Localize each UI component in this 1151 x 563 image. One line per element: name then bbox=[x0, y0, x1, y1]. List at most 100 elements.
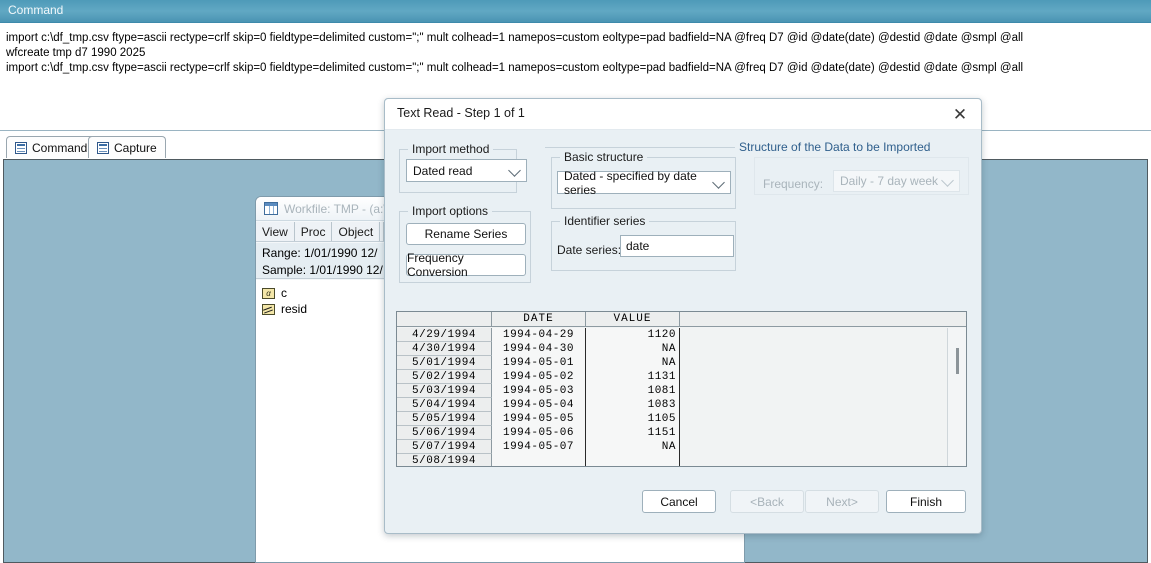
table-cell: 5/05/1994 bbox=[397, 412, 492, 426]
list-item-label: resid bbox=[281, 302, 308, 316]
import-method-group-label: Import method bbox=[408, 142, 494, 156]
table-cell: 5/02/1994 bbox=[397, 370, 492, 384]
workfile-grid-icon bbox=[264, 202, 278, 215]
structure-group-caption: Structure of the Data to be Imported bbox=[739, 140, 931, 154]
finish-button-label: Finish bbox=[909, 494, 942, 509]
frequency-select: Daily - 7 day week bbox=[833, 170, 960, 192]
workfile-object-button[interactable]: Object bbox=[332, 222, 381, 241]
import-options-group-label: Import options bbox=[408, 204, 493, 218]
date-series-input[interactable]: date bbox=[620, 235, 734, 257]
import-method-value: Dated read bbox=[413, 163, 473, 178]
table-cell: 1994-05-04 bbox=[492, 398, 586, 412]
workfile-range-label: Range: bbox=[262, 246, 301, 260]
basic-structure-value: Dated - specified by date series bbox=[564, 168, 697, 197]
table-cell-empty bbox=[680, 426, 966, 440]
column-header-index bbox=[397, 312, 492, 326]
cancel-button-label: Cancel bbox=[660, 494, 698, 509]
table-cell bbox=[492, 454, 586, 466]
table-cell: 4/29/1994 bbox=[397, 328, 492, 342]
dialog-titlebar: Text Read - Step 1 of 1 ✕ bbox=[385, 99, 981, 130]
table-row[interactable]: 5/04/1994 1994-05-04 1083 bbox=[397, 398, 966, 412]
series-graph-icon bbox=[262, 303, 275, 315]
tab-capture-label: Capture bbox=[114, 140, 157, 155]
chevron-down-icon bbox=[508, 163, 521, 177]
table-cell-empty bbox=[680, 412, 966, 426]
table-cell: 1994-05-07 bbox=[492, 440, 586, 454]
structure-line-left bbox=[545, 147, 735, 148]
table-row[interactable]: 5/08/1994 bbox=[397, 454, 966, 466]
chevron-down-icon bbox=[941, 174, 954, 187]
table-cell: 1994-05-03 bbox=[492, 384, 586, 398]
tab-capture[interactable]: Capture bbox=[88, 136, 166, 158]
table-row[interactable]: 5/07/1994 1994-05-07 NA bbox=[397, 440, 966, 454]
cancel-button[interactable]: Cancel bbox=[642, 490, 716, 513]
table-cell: 1131 bbox=[586, 370, 680, 384]
frequency-label: Frequency: bbox=[763, 177, 824, 191]
import-preview-table[interactable]: DATE VALUE 4/29/1994 1994-04-29 1120 4/30/1… bbox=[396, 311, 967, 467]
table-cell: 5/03/1994 bbox=[397, 384, 492, 398]
document-lines-icon bbox=[15, 141, 27, 154]
table-cell: 5/04/1994 bbox=[397, 398, 492, 412]
column-header-value: VALUE bbox=[586, 312, 680, 326]
dialog-title: Text Read - Step 1 of 1 bbox=[397, 106, 525, 120]
workfile-sample-label: Sample: bbox=[262, 263, 307, 277]
preview-vertical-scrollbar[interactable] bbox=[947, 328, 966, 466]
table-row[interactable]: 5/05/1994 1994-05-05 1105 bbox=[397, 412, 966, 426]
table-cell-empty bbox=[680, 454, 966, 466]
finish-button[interactable]: Finish bbox=[886, 490, 966, 513]
tab-command-label: Command bbox=[32, 140, 88, 155]
preview-table-header: DATE VALUE bbox=[397, 312, 966, 327]
frequency-conversion-button[interactable]: Frequency Conversion bbox=[406, 251, 526, 279]
import-method-select[interactable]: Dated read bbox=[406, 159, 527, 182]
rename-series-label: Rename Series bbox=[424, 227, 508, 241]
basic-structure-select[interactable]: Dated - specified by date series bbox=[557, 168, 731, 197]
date-series-value: date bbox=[626, 239, 650, 253]
next-button: Next> bbox=[805, 490, 879, 513]
table-cell: 1994-05-02 bbox=[492, 370, 586, 384]
list-item-label: c bbox=[281, 286, 287, 300]
date-series-label: Date series: bbox=[557, 243, 622, 257]
tab-command[interactable]: Command bbox=[6, 136, 97, 158]
document-lines-icon bbox=[97, 141, 109, 154]
coefficient-alpha-icon bbox=[262, 287, 275, 299]
dialog-button-bar: Cancel <Back Next> Finish bbox=[385, 487, 981, 533]
table-cell: 1994-04-29 bbox=[492, 328, 586, 342]
table-cell: 1083 bbox=[586, 398, 680, 412]
table-row[interactable]: 5/03/1994 1994-05-03 1081 bbox=[397, 384, 966, 398]
table-row[interactable]: 5/01/1994 1994-05-01 NA bbox=[397, 356, 966, 370]
table-cell bbox=[586, 454, 680, 466]
table-cell: NA bbox=[586, 342, 680, 356]
preview-scrollbar-thumb[interactable] bbox=[956, 348, 959, 374]
workfile-proc-button[interactable]: Proc bbox=[294, 222, 333, 241]
table-cell: 1151 bbox=[586, 426, 680, 440]
next-button-label: Next> bbox=[826, 494, 858, 509]
workfile-range-value: 1/01/1990 12/ bbox=[304, 246, 378, 260]
table-cell: 5/06/1994 bbox=[397, 426, 492, 440]
column-header-empty bbox=[680, 312, 966, 326]
table-row[interactable]: 5/06/1994 1994-05-06 1151 bbox=[397, 426, 966, 440]
rename-series-button[interactable]: Rename Series bbox=[406, 223, 526, 245]
back-button-label: <Back bbox=[750, 494, 784, 509]
column-header-date: DATE bbox=[492, 312, 586, 326]
table-cell: 1994-05-06 bbox=[492, 426, 586, 440]
workfile-view-button[interactable]: View bbox=[256, 222, 295, 241]
table-cell-empty bbox=[680, 328, 966, 342]
table-row[interactable]: 4/30/1994 1994-04-30 NA bbox=[397, 342, 966, 356]
command-window-titlebar: Command bbox=[0, 0, 1151, 23]
table-cell: 5/08/1994 bbox=[397, 454, 492, 466]
basic-structure-group-label: Basic structure bbox=[560, 150, 648, 164]
table-cell: 4/30/1994 bbox=[397, 342, 492, 356]
table-cell: 1120 bbox=[586, 328, 680, 342]
back-button: <Back bbox=[730, 490, 804, 513]
close-icon[interactable]: ✕ bbox=[947, 102, 973, 126]
preview-table-body: 4/29/1994 1994-04-29 1120 4/30/1994 1994-04-… bbox=[397, 328, 966, 466]
table-cell: 1994-04-30 bbox=[492, 342, 586, 356]
table-row[interactable]: 4/29/1994 1994-04-29 1120 bbox=[397, 328, 966, 342]
workfile-sample-value: 1/01/1990 12/ bbox=[309, 263, 383, 277]
command-line: import c:\df_tmp.csv ftype=ascii rectype… bbox=[6, 62, 1024, 74]
table-cell-empty bbox=[680, 370, 966, 384]
table-cell: 1994-05-05 bbox=[492, 412, 586, 426]
table-row[interactable]: 5/02/1994 1994-05-02 1131 bbox=[397, 370, 966, 384]
table-cell: NA bbox=[586, 440, 680, 454]
command-line: wfcreate tmp d7 1990 2025 bbox=[6, 47, 146, 59]
